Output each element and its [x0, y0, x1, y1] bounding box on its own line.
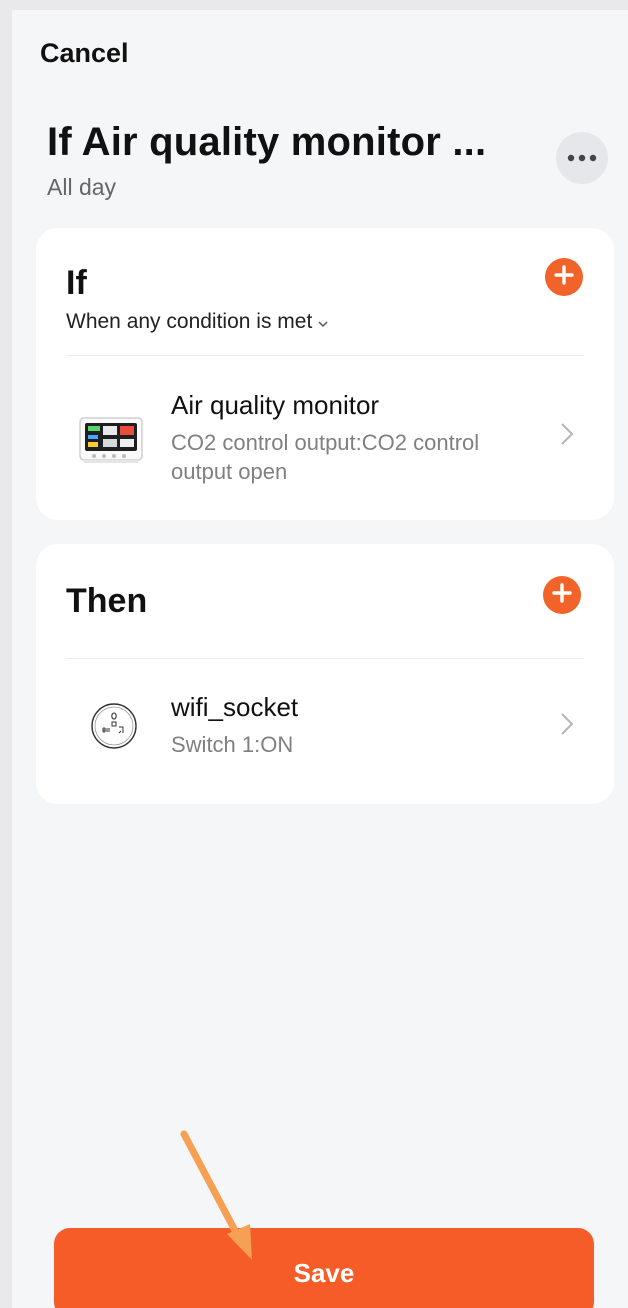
action-description: Switch 1:ON [171, 732, 294, 757]
action-item[interactable]: wifi_socket Switch 1:ON [36, 684, 614, 774]
cancel-button[interactable]: Cancel [40, 38, 129, 69]
more-options-button[interactable] [556, 132, 608, 184]
add-condition-button[interactable] [545, 258, 583, 296]
schedule-subtitle[interactable]: All day [47, 174, 116, 201]
page-title[interactable]: If Air quality monitor ... [47, 120, 527, 165]
save-button[interactable]: Save [54, 1228, 594, 1308]
add-action-button[interactable] [543, 576, 581, 614]
condition-device-name: Air quality monitor [171, 390, 380, 420]
divider [66, 355, 584, 356]
socket-device-icon [90, 702, 138, 755]
chevron-right-icon [560, 422, 574, 451]
condition-description: CO2 control output:CO2 control output op… [171, 430, 480, 484]
action-device-name: wifi_socket [171, 692, 299, 722]
condition-mode-label: When any condition is met [66, 310, 313, 333]
if-condition-card: If When any condition is met Air quality… [36, 228, 614, 520]
plus-icon [552, 582, 572, 608]
more-icon [567, 154, 597, 162]
chevron-right-icon [560, 712, 574, 741]
chevron-down-icon [318, 310, 328, 334]
condition-item[interactable]: Air quality monitor CO2 control output:C… [36, 378, 614, 498]
scene-edit-screen: Cancel If Air quality monitor ... All da… [12, 10, 628, 1308]
divider [66, 658, 584, 659]
condition-mode-dropdown[interactable]: When any condition is met [66, 310, 328, 334]
then-action-card: Then wifi_socket Switch 1:ON [36, 544, 614, 804]
plus-icon [554, 264, 574, 290]
air-monitor-device-icon [78, 416, 144, 471]
if-section-title: If [66, 264, 87, 302]
then-section-title: Then [66, 582, 148, 620]
